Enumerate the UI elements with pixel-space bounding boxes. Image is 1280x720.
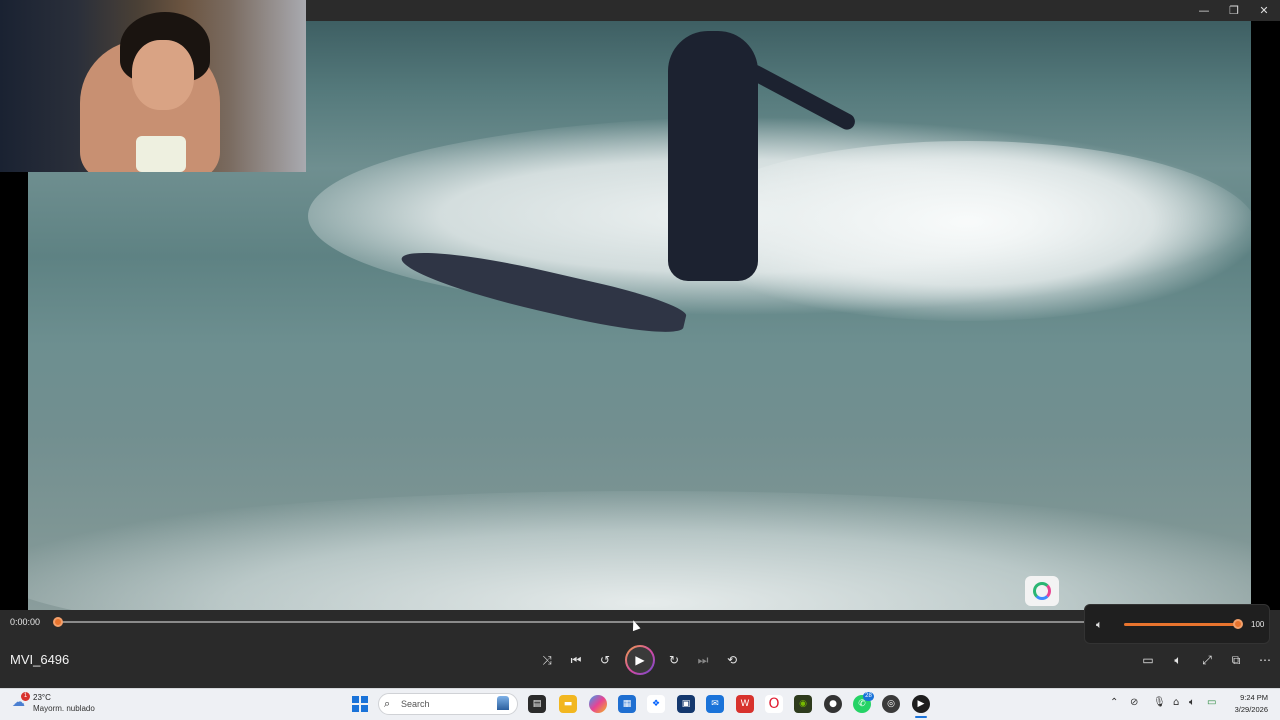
surfer xyxy=(668,31,758,281)
miniplayer-icon[interactable]: ▭ xyxy=(1136,648,1160,672)
play-icon: ▶ xyxy=(627,647,653,673)
battery-icon[interactable]: ▭ xyxy=(1207,697,1216,708)
windows-logo-icon xyxy=(361,696,368,703)
speaker-icon[interactable]: 🔈︎ xyxy=(1189,697,1195,708)
media-player-icon[interactable]: ▶ xyxy=(912,695,930,713)
windows-logo-icon xyxy=(352,705,359,712)
wave-foam xyxy=(28,491,1251,610)
opera-icon[interactable]: O xyxy=(765,695,783,713)
current-time: 0:00:00 xyxy=(10,617,41,627)
seek-bar[interactable] xyxy=(58,621,1088,623)
close-icon[interactable]: ✕ xyxy=(1248,0,1280,21)
seek-thumb[interactable] xyxy=(53,617,63,627)
volume-slider[interactable] xyxy=(1124,623,1238,626)
chrome-icon[interactable]: ● xyxy=(824,695,842,713)
sync-off-icon[interactable]: ⊘ xyxy=(1130,697,1138,708)
minimize-icon[interactable]: — xyxy=(1188,0,1220,21)
search-icon: ⌕ xyxy=(384,697,391,710)
clock-time[interactable]: 9:24 PM xyxy=(1238,693,1268,702)
volume-value: 100 xyxy=(1251,620,1265,629)
play-button[interactable]: ▶ xyxy=(625,645,655,675)
active-app-indicator xyxy=(915,716,927,718)
webcam-face xyxy=(132,40,194,110)
webcam-cup xyxy=(136,136,186,172)
windows-logo-icon xyxy=(361,705,368,712)
wave-foam xyxy=(678,141,1251,321)
weather-temperature[interactable]: 23°C xyxy=(33,693,51,702)
windows-logo-icon xyxy=(352,696,359,703)
copilot-icon[interactable] xyxy=(589,695,607,713)
chevron-up-icon[interactable]: ⌃ xyxy=(1110,697,1118,708)
task-view-icon[interactable]: ▤ xyxy=(528,695,546,713)
search-highlight-icon xyxy=(497,696,509,710)
wps-icon[interactable]: W xyxy=(736,695,754,713)
network-icon[interactable]: ⌂ xyxy=(1173,697,1179,708)
forward-30-icon[interactable]: ↻ xyxy=(662,648,686,672)
window-title-bar: — ❐ ✕ xyxy=(306,0,1280,21)
overlay-app-icon[interactable] xyxy=(1025,576,1059,606)
clock-date[interactable]: 3/29/2026 xyxy=(1228,705,1268,714)
previous-icon[interactable]: ⏮ xyxy=(564,648,588,672)
weather-badge: 1 xyxy=(21,692,30,701)
rewind-10-icon[interactable]: ↺ xyxy=(593,648,617,672)
file-explorer-icon[interactable]: ▬ xyxy=(559,695,577,713)
media-title: MVI_6496 xyxy=(10,652,70,667)
cast-icon[interactable]: ⧉ xyxy=(1224,648,1248,672)
screen: — ❐ ✕ 0:00:00 MVI_6496 ⤨ ⏮ ↺ ▶ ↻ ⏭ ⟲ ▭ 🔈… xyxy=(0,0,1280,720)
nvidia-icon[interactable]: ◉ xyxy=(794,695,812,713)
whatsapp-badge: 28 xyxy=(863,692,874,701)
shuffle-icon[interactable]: ⤨ xyxy=(535,648,559,672)
app-logo-icon xyxy=(1033,582,1051,600)
store-icon[interactable]: ▦ xyxy=(618,695,636,713)
weather-description[interactable]: Mayorm. nublado xyxy=(33,704,95,713)
volume-icon[interactable]: 🔈︎ xyxy=(1096,618,1103,632)
volume-thumb[interactable] xyxy=(1233,619,1243,629)
restore-icon[interactable]: ❐ xyxy=(1218,0,1250,21)
webcam-overlay xyxy=(0,0,306,172)
taskbar xyxy=(0,688,1280,720)
dropbox-icon[interactable]: ❖ xyxy=(647,695,665,713)
next-icon[interactable]: ⏭ xyxy=(691,648,715,672)
microphone-icon[interactable]: 🎙︎ xyxy=(1153,697,1166,708)
start-button[interactable] xyxy=(352,696,368,712)
repeat-off-icon[interactable]: ⟲ xyxy=(720,648,744,672)
terminal-icon[interactable]: ▣ xyxy=(677,695,695,713)
volume-icon[interactable]: 🔈︎ xyxy=(1166,648,1190,672)
fullscreen-icon[interactable]: ⤢ xyxy=(1195,648,1219,672)
search-label[interactable]: Search xyxy=(401,699,430,709)
outlook-icon[interactable]: ✉ xyxy=(706,695,724,713)
more-icon[interactable]: ⋯ xyxy=(1253,648,1277,672)
obs-icon[interactable]: ◎ xyxy=(882,695,900,713)
